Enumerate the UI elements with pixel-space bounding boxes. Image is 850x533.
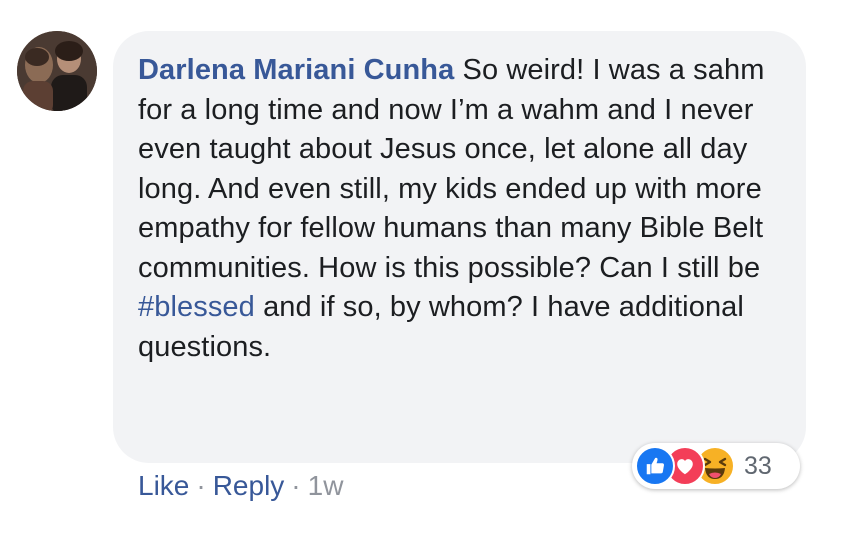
reply-button[interactable]: Reply — [213, 470, 285, 501]
comment-bubble: Darlena Mariani Cunha So weird! I was a … — [113, 31, 806, 463]
comment-body-start: So weird! I was a sahm for a long time a… — [138, 54, 765, 284]
avatar[interactable] — [17, 31, 97, 111]
comment-text: Darlena Mariani Cunha So weird! I was a … — [138, 51, 781, 367]
comment-actions: Like · Reply · 1w — [138, 470, 343, 502]
profile-photo — [17, 31, 97, 111]
separator-dot: · — [196, 470, 206, 501]
hashtag-link[interactable]: #blessed — [138, 291, 255, 323]
like-icon — [635, 446, 675, 486]
comment-author-link[interactable]: Darlena Mariani Cunha — [138, 54, 454, 86]
timestamp[interactable]: 1w — [308, 470, 344, 501]
separator-dot: · — [291, 470, 301, 501]
reaction-count: 33 — [744, 451, 772, 480]
like-button[interactable]: Like — [138, 470, 189, 501]
reactions-summary[interactable]: 33 — [632, 443, 800, 489]
